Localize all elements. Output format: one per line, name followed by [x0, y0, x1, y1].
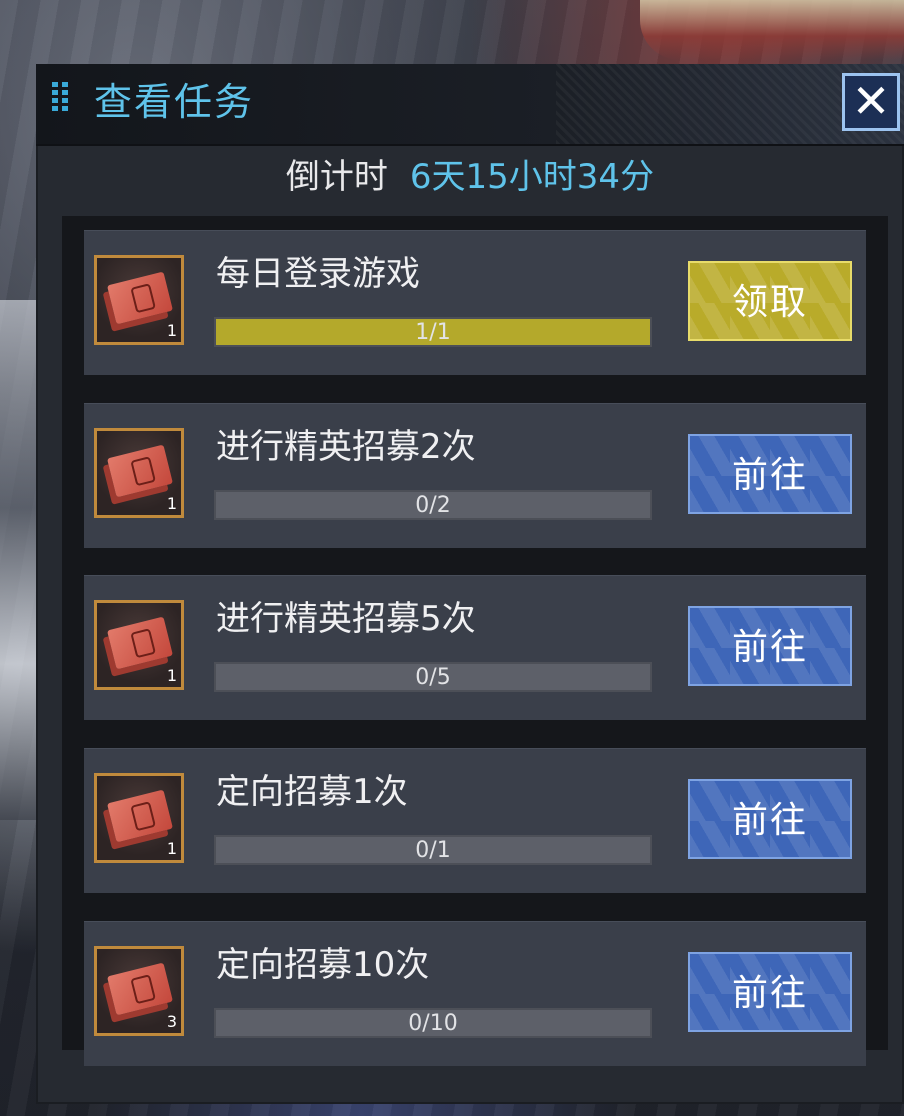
progress-bar: 1/1 — [214, 317, 652, 347]
progress-bar: 0/10 — [214, 1008, 652, 1038]
task-title: 每日登录游戏 — [216, 254, 420, 294]
progress-bar: 0/2 — [214, 490, 652, 520]
progress-text: 0/1 — [415, 838, 451, 863]
recruit-ticket-icon — [107, 444, 173, 498]
reward-slot[interactable]: 1 — [94, 428, 184, 518]
recruit-ticket-icon — [107, 271, 173, 325]
progress-text: 0/5 — [415, 665, 451, 690]
reward-count: 1 — [166, 666, 177, 685]
progress-text: 1/1 — [415, 320, 451, 345]
panel-title: 查看任务 — [94, 80, 255, 124]
reward-slot[interactable]: 1 — [94, 600, 184, 690]
background-decoration-left — [0, 300, 38, 820]
task-row: 1 定向招募1次 0/1 前往 — [84, 748, 866, 893]
background-decoration-top — [640, 0, 904, 60]
reward-count: 1 — [166, 321, 177, 340]
progress-text: 0/10 — [408, 1011, 458, 1036]
reward-count: 3 — [166, 1012, 177, 1031]
progress-bar: 0/5 — [214, 662, 652, 692]
task-row: 1 每日登录游戏 1/1 领取 — [84, 230, 866, 375]
go-button[interactable]: 前往 — [688, 434, 852, 514]
task-title: 定向招募1次 — [216, 772, 408, 812]
go-button[interactable]: 前往 — [688, 779, 852, 859]
countdown-value: 6天15小时34分 — [409, 157, 655, 197]
recruit-ticket-icon — [107, 962, 173, 1016]
reward-slot[interactable]: 3 — [94, 946, 184, 1036]
task-row: 1 进行精英招募5次 0/5 前往 — [84, 575, 866, 720]
task-row: 1 进行精英招募2次 0/2 前往 — [84, 403, 866, 548]
grip-icon — [52, 82, 68, 128]
progress-bar: 0/1 — [214, 835, 652, 865]
task-title: 定向招募10次 — [216, 945, 430, 985]
countdown-label: 倒计时 — [285, 157, 388, 197]
go-button[interactable]: 前往 — [688, 952, 852, 1032]
reward-slot[interactable]: 1 — [94, 773, 184, 863]
task-row: 3 定向招募10次 0/10 前往 — [84, 921, 866, 1066]
reward-slot[interactable]: 1 — [94, 255, 184, 345]
recruit-ticket-icon — [107, 789, 173, 843]
task-list[interactable]: 1 每日登录游戏 1/1 领取 1 进行精英招募2次 0/2 前往 1 进行精英… — [62, 216, 888, 1066]
task-panel: 查看任务 ✕ 倒计时 6天15小时34分 1 每日登录游戏 1/1 领取 1 进行… — [36, 64, 904, 1104]
progress-text: 0/2 — [415, 493, 451, 518]
go-button[interactable]: 前往 — [688, 606, 852, 686]
panel-titlebar: 查看任务 ✕ — [36, 64, 904, 146]
claim-button[interactable]: 领取 — [688, 261, 852, 341]
task-title: 进行精英招募5次 — [216, 599, 476, 639]
recruit-ticket-icon — [107, 616, 173, 670]
countdown: 倒计时 6天15小时34分 — [36, 152, 904, 202]
reward-count: 1 — [166, 494, 177, 513]
reward-count: 1 — [166, 839, 177, 858]
close-button[interactable]: ✕ — [842, 73, 900, 131]
task-title: 进行精英招募2次 — [216, 427, 476, 467]
